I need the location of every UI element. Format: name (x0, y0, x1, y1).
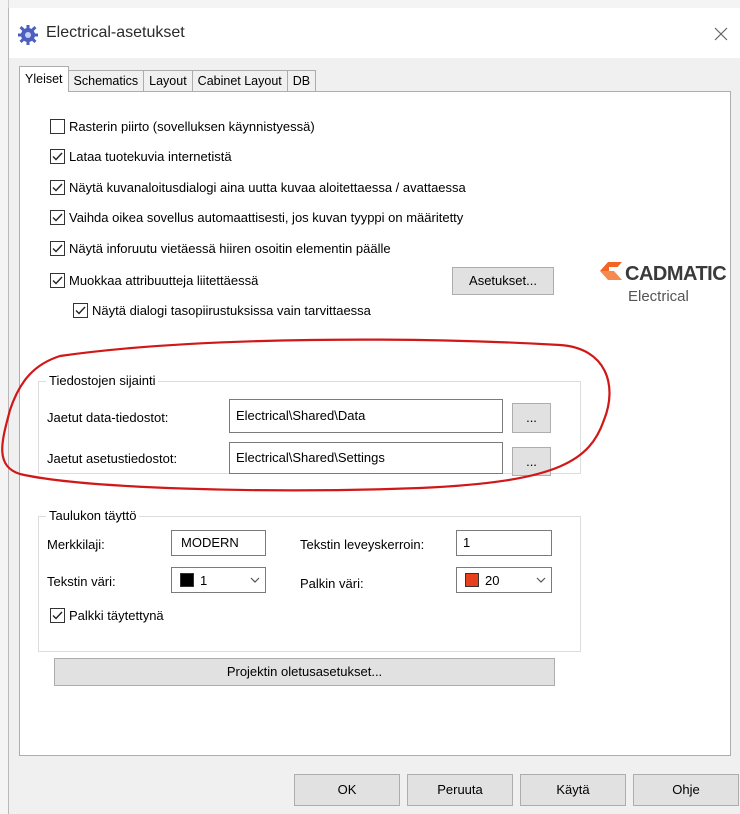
product-images-label: Lataa tuotekuvia internetistä (69, 149, 232, 164)
text-color-label: Tekstin väri: (47, 574, 116, 589)
start-dialog-checkbox[interactable] (50, 180, 65, 195)
floor-plan-dialog-label: Näytä dialogi tasopiirustuksissa vain ta… (92, 303, 371, 318)
text-color-value: 1 (200, 572, 208, 588)
shared-data-field[interactable]: Electrical\Shared\Data (229, 399, 503, 433)
check-icon (52, 152, 63, 161)
cadmatic-logo-product: Electrical (628, 288, 689, 305)
shared-settings-browse-button[interactable]: ... (512, 447, 551, 476)
edit-attributes-label: Muokkaa attribuutteja liitettäessä (69, 273, 259, 288)
cadmatic-logo: CADMATIC Electrical (600, 262, 740, 305)
tab-yleiset[interactable]: Yleiset (19, 66, 69, 92)
filled-bar-checkbox[interactable] (50, 608, 65, 623)
shared-settings-label: Jaetut asetustiedostot: (47, 451, 178, 466)
window-title: Electrical-asetukset (46, 24, 185, 41)
switch-app-option[interactable]: Vaihda oikea sovellus automaattisesti, j… (50, 210, 463, 225)
chevron-down-icon (531, 577, 551, 583)
ok-button[interactable]: OK (294, 774, 400, 806)
settings-dialog: Electrical-asetukset Yleiset Schematics … (8, 8, 740, 814)
text-color-combo[interactable]: 1 (171, 567, 266, 593)
floor-plan-dialog-checkbox[interactable] (73, 303, 88, 318)
title-bar: Electrical-asetukset (9, 8, 740, 58)
shared-data-browse-button[interactable]: ... (512, 403, 551, 433)
bar-color-swatch (465, 573, 479, 587)
info-window-checkbox[interactable] (50, 241, 65, 256)
cadmatic-logo-text: CADMATIC (625, 262, 727, 285)
close-icon[interactable] (707, 20, 735, 48)
check-icon (52, 244, 63, 253)
tab-strip: Yleiset Schematics Layout Cabinet Layout… (19, 66, 317, 92)
font-field[interactable]: MODERN (171, 530, 266, 556)
switch-app-label: Vaihda oikea sovellus automaattisesti, j… (69, 210, 464, 225)
help-button[interactable]: Ohje (633, 774, 739, 806)
shared-settings-field[interactable]: Electrical\Shared\Settings (229, 442, 503, 474)
check-icon (75, 306, 86, 315)
bar-color-value: 20 (485, 572, 500, 588)
raster-label: Rasterin piirto (sovelluksen käynnistyes… (69, 119, 315, 134)
shared-data-label: Jaetut data-tiedostot: (47, 410, 169, 425)
check-icon (52, 213, 63, 222)
check-icon (52, 611, 63, 620)
attribute-settings-button[interactable]: Asetukset... (452, 267, 554, 295)
apply-button[interactable]: Käytä (520, 774, 626, 806)
raster-option[interactable]: Rasterin piirto (sovelluksen käynnistyes… (50, 119, 315, 134)
floor-plan-dialog-option[interactable]: Näytä dialogi tasopiirustuksissa vain ta… (73, 303, 371, 318)
table-fill-title: Taulukon täyttö (46, 508, 140, 523)
general-tab-panel: Rasterin piirto (sovelluksen käynnistyes… (19, 91, 731, 756)
start-dialog-option[interactable]: Näytä kuvanaloitusdialogi aina uutta kuv… (50, 180, 466, 195)
check-icon (52, 276, 63, 285)
edit-attributes-checkbox[interactable] (50, 273, 65, 288)
tab-schematics[interactable]: Schematics (67, 70, 145, 92)
info-window-option[interactable]: Näytä inforuutu vietäessä hiiren osoitin… (50, 241, 391, 256)
text-color-swatch (180, 573, 194, 587)
edit-attributes-option[interactable]: Muokkaa attribuutteja liitettäessä (50, 273, 258, 288)
check-icon (52, 183, 63, 192)
tab-layout[interactable]: Layout (143, 70, 193, 92)
file-locations-title: Tiedostojen sijainti (46, 373, 159, 388)
tab-db[interactable]: DB (286, 70, 317, 92)
product-images-option[interactable]: Lataa tuotekuvia internetistä (50, 149, 232, 164)
gear-icon (17, 24, 39, 46)
tab-cabinet-layout[interactable]: Cabinet Layout (191, 70, 288, 92)
filled-bar-label: Palkki täytettynä (69, 608, 164, 623)
product-images-checkbox[interactable] (50, 149, 65, 164)
text-width-label: Tekstin leveyskerroin: (300, 537, 425, 552)
bar-color-combo[interactable]: 20 (456, 567, 552, 593)
cancel-button[interactable]: Peruuta (407, 774, 513, 806)
text-width-field[interactable]: 1 (456, 530, 552, 556)
filled-bar-option[interactable]: Palkki täytettynä (50, 608, 164, 623)
info-window-label: Näytä inforuutu vietäessä hiiren osoitin… (69, 241, 391, 256)
font-label: Merkkilaji: (47, 537, 105, 552)
project-defaults-button[interactable]: Projektin oletusasetukset... (54, 658, 555, 686)
chevron-down-icon (245, 577, 265, 583)
start-dialog-label: Näytä kuvanaloitusdialogi aina uutta kuv… (69, 180, 466, 195)
cadmatic-logo-mark-icon (600, 262, 622, 286)
raster-checkbox[interactable] (50, 119, 65, 134)
bar-color-label: Palkin väri: (300, 576, 364, 591)
switch-app-checkbox[interactable] (50, 210, 65, 225)
